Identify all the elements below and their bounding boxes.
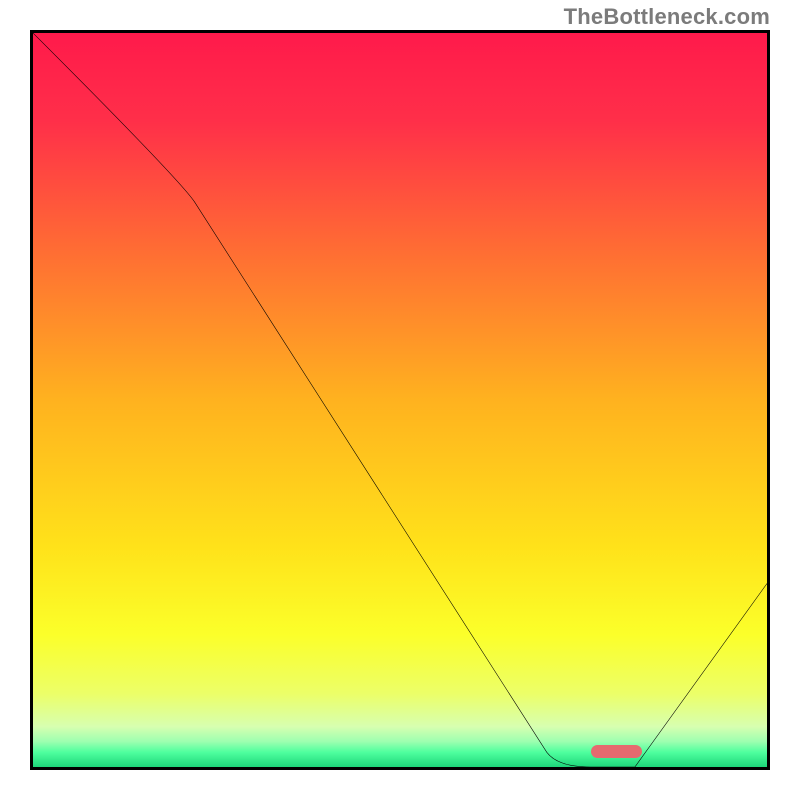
optimal-range-marker: [591, 745, 642, 758]
watermark-text: TheBottleneck.com: [564, 4, 770, 30]
chart-frame: [30, 30, 770, 770]
bottleneck-curve: [33, 33, 767, 767]
